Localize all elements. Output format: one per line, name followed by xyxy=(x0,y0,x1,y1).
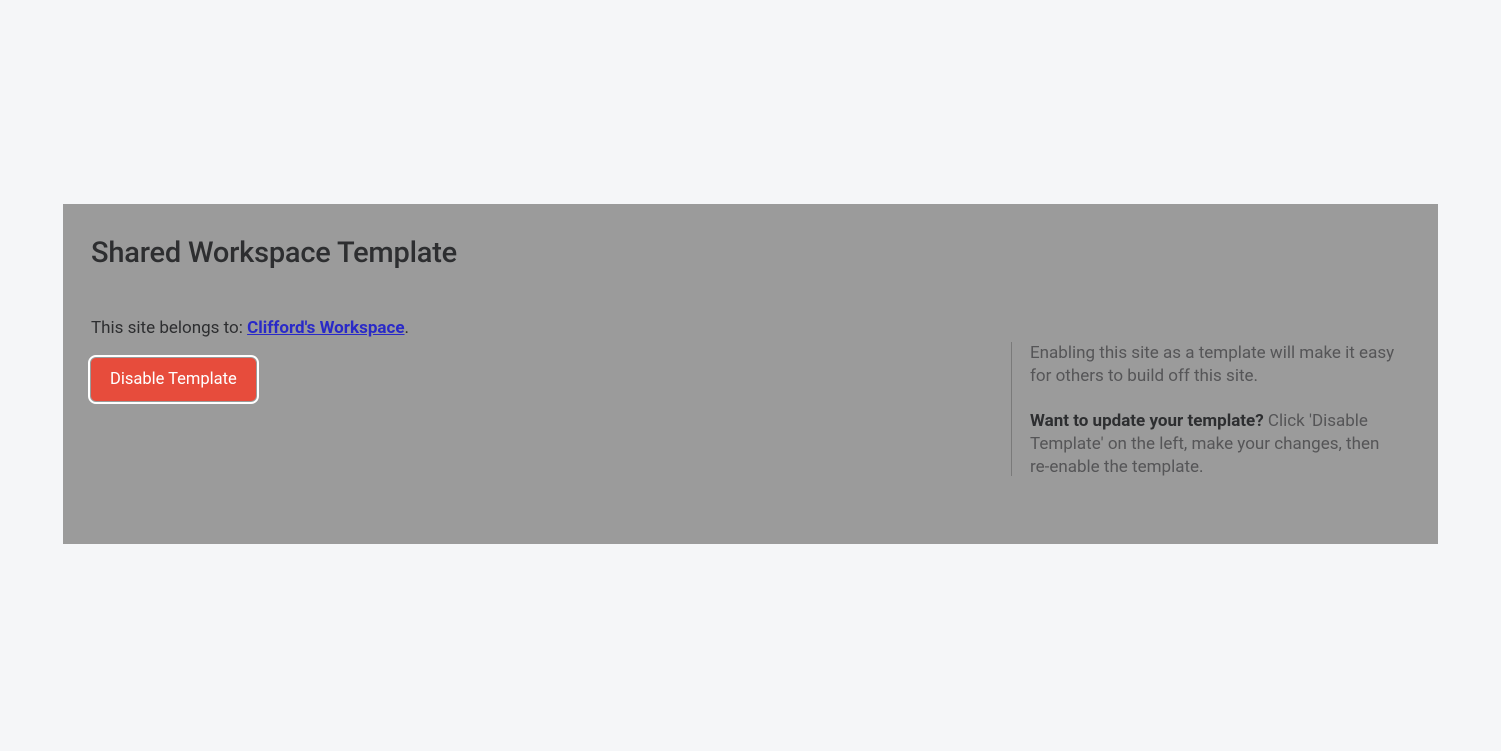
right-column: Enabling this site as a template will ma… xyxy=(993,236,1410,516)
belongs-suffix: . xyxy=(405,318,409,338)
workspace-link[interactable]: Clifford's Workspace xyxy=(247,318,404,338)
belongs-prefix: This site belongs to: xyxy=(91,318,247,338)
template-settings-card: Shared Workspace Template This site belo… xyxy=(63,204,1438,544)
info-paragraph-1: Enabling this site as a template will ma… xyxy=(1030,342,1402,388)
belongs-to-line: This site belongs to: Clifford's Workspa… xyxy=(91,318,969,338)
disable-template-button[interactable]: Disable Template xyxy=(91,358,256,401)
page-title: Shared Workspace Template xyxy=(91,236,969,270)
info-panel: Enabling this site as a template will ma… xyxy=(1011,342,1402,476)
info-paragraph-2: Want to update your template? Click 'Dis… xyxy=(1030,410,1402,479)
left-column: Shared Workspace Template This site belo… xyxy=(91,236,993,516)
card-content: Shared Workspace Template This site belo… xyxy=(91,236,1410,516)
update-heading: Want to update your template? xyxy=(1030,411,1264,431)
